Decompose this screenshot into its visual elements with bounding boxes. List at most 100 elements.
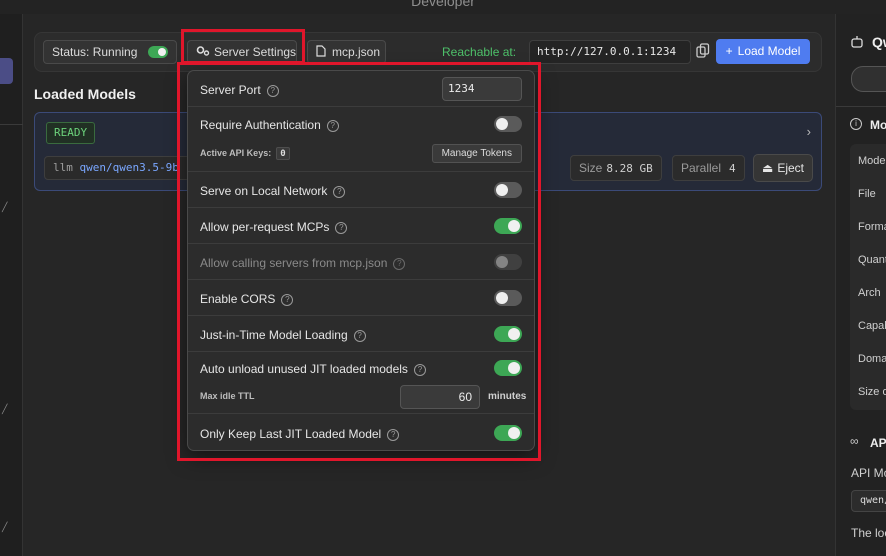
chevron-right-icon[interactable]: ╱ <box>2 522 7 533</box>
left-sidebar: ╱ ╱ ╱ <box>0 14 23 556</box>
sidebar-divider <box>0 124 23 125</box>
info-row-domain: Domain <box>858 353 886 365</box>
status-badge: READY <box>46 122 96 144</box>
server-toolbar: Status: Running Server Settings mcp.json… <box>34 32 822 72</box>
info-row-size: Size on disk <box>858 386 886 398</box>
serve-local-label: Serve on Local Network? <box>200 184 346 198</box>
keep-last-label: Only Keep Last JIT Loaded Model? <box>200 427 400 441</box>
eject-label: Eject <box>777 161 805 175</box>
server-url[interactable]: http://127.0.0.1:1234 <box>529 40 691 64</box>
max-idle-label: Max idle TTL <box>200 391 255 401</box>
mcp-json-button[interactable]: mcp.json <box>307 40 386 64</box>
info-icon: i <box>850 118 862 130</box>
panel-tab-button[interactable] <box>851 66 886 92</box>
chevron-right-icon[interactable]: › <box>807 124 811 139</box>
api-model-label: API Model <box>851 466 886 480</box>
plus-icon: + <box>725 44 733 58</box>
panel-divider <box>836 106 886 107</box>
loaded-models-title: Loaded Models <box>34 86 136 102</box>
info-row-format: Format <box>858 221 886 233</box>
max-idle-input[interactable]: 60 <box>400 385 480 409</box>
server-port-label: Server Port? <box>200 83 279 97</box>
serve-local-toggle[interactable] <box>494 182 522 198</box>
auto-unload-label: Auto unload unused JIT loaded models? <box>200 362 426 376</box>
cors-label: Enable CORS? <box>200 292 294 306</box>
help-icon[interactable]: ? <box>335 222 348 234</box>
info-row-quantization: Quantization <box>858 254 886 266</box>
help-icon[interactable]: ? <box>333 186 346 198</box>
info-section-title: Model <box>870 118 886 132</box>
info-row-model: Model <box>858 155 886 167</box>
right-info-panel: Qwen i Model Model File Format Quantizat… <box>835 14 886 556</box>
help-icon[interactable]: ? <box>266 85 279 97</box>
api-section-title: API <box>870 436 886 450</box>
file-code-icon <box>316 45 326 57</box>
cors-row: Enable CORS? <box>188 280 534 316</box>
calling-servers-row: Allow calling servers from mcp.json? <box>188 244 534 280</box>
serve-local-row: Serve on Local Network? <box>188 172 534 208</box>
eject-button[interactable]: ⏏ Eject <box>753 154 813 182</box>
server-port-row: Server Port? 1234 <box>188 71 534 107</box>
chevron-right-icon[interactable]: ╱ <box>2 404 7 415</box>
server-settings-button[interactable]: Server Settings <box>187 40 297 64</box>
size-value: 8.28 GB <box>606 162 653 175</box>
title-bar: Developer <box>0 0 886 14</box>
parallel-label: Parallel <box>681 161 722 175</box>
per-request-mcps-label: Allow per-request MCPs? <box>200 220 348 234</box>
info-row-file: File <box>858 188 876 200</box>
auto-unload-toggle[interactable] <box>494 360 522 376</box>
reachable-label: Reachable at: <box>442 45 517 59</box>
status-toggle-pill[interactable]: Status: Running <box>43 40 177 64</box>
cors-toggle[interactable] <box>494 290 522 306</box>
server-settings-label: Server Settings <box>214 45 297 59</box>
per-request-mcps-toggle[interactable] <box>494 218 522 234</box>
window-title: Developer <box>411 0 475 9</box>
load-model-button[interactable]: + Load Model <box>716 39 810 64</box>
status-toggle[interactable] <box>148 46 168 58</box>
model-info-box <box>850 144 886 410</box>
manage-tokens-button[interactable]: Manage Tokens <box>431 144 522 163</box>
server-port-input[interactable]: 1234 <box>442 77 522 101</box>
info-row-arch: Arch <box>858 287 881 299</box>
model-id: qwen/qwen3.5-9b <box>79 161 179 174</box>
gears-icon <box>196 46 210 56</box>
auto-unload-row: Auto unload unused JIT loaded models? Ma… <box>188 352 534 414</box>
mcp-json-label: mcp.json <box>332 45 381 59</box>
active-keys-count: 0 <box>276 147 290 160</box>
copy-icon[interactable] <box>696 43 710 59</box>
require-auth-toggle[interactable] <box>494 116 522 132</box>
require-auth-row: Require Authentication? Active API Keys:… <box>188 107 534 172</box>
sidebar-selected-item[interactable] <box>0 58 13 84</box>
help-icon[interactable]: ? <box>387 429 400 441</box>
load-model-label: Load Model <box>737 44 801 58</box>
jit-row: Just-in-Time Model Loading? <box>188 316 534 352</box>
parallel-chip[interactable]: Parallel 4 <box>672 155 745 181</box>
command-prefix: llm <box>53 161 73 174</box>
chevron-right-icon[interactable]: ╱ <box>2 202 7 213</box>
model-title: Qwen <box>872 34 886 50</box>
keep-last-toggle[interactable] <box>494 425 522 441</box>
model-command[interactable]: llm qwen/qwen3.5-9b <box>44 156 204 180</box>
require-auth-label: Require Authentication? <box>200 118 339 132</box>
calling-servers-label: Allow calling servers from mcp.json? <box>200 256 406 270</box>
status-label: Status: Running <box>52 45 138 59</box>
robot-icon <box>851 36 863 48</box>
active-keys-label: Active API Keys: 0 <box>200 147 290 160</box>
per-request-mcps-row: Allow per-request MCPs? <box>188 208 534 244</box>
parallel-value: 4 <box>729 162 736 175</box>
help-icon[interactable]: ? <box>353 330 366 342</box>
api-model-value[interactable]: qwen/ <box>851 490 886 512</box>
help-icon[interactable]: ? <box>281 294 294 306</box>
calling-servers-toggle[interactable] <box>494 254 522 270</box>
help-icon[interactable]: ? <box>413 364 426 376</box>
jit-label: Just-in-Time Model Loading? <box>200 328 366 342</box>
help-icon[interactable]: ? <box>326 120 339 132</box>
link-icon: ∞ <box>850 434 859 448</box>
max-idle-unit: minutes <box>488 391 527 402</box>
model-size-chip: Size 8.28 GB <box>570 155 662 181</box>
server-settings-popup: Server Port? 1234 Require Authentication… <box>187 70 535 451</box>
info-row-capabilities: Capabilities <box>858 320 886 332</box>
size-label: Size <box>579 161 603 175</box>
help-icon[interactable]: ? <box>393 258 406 270</box>
jit-toggle[interactable] <box>494 326 522 342</box>
